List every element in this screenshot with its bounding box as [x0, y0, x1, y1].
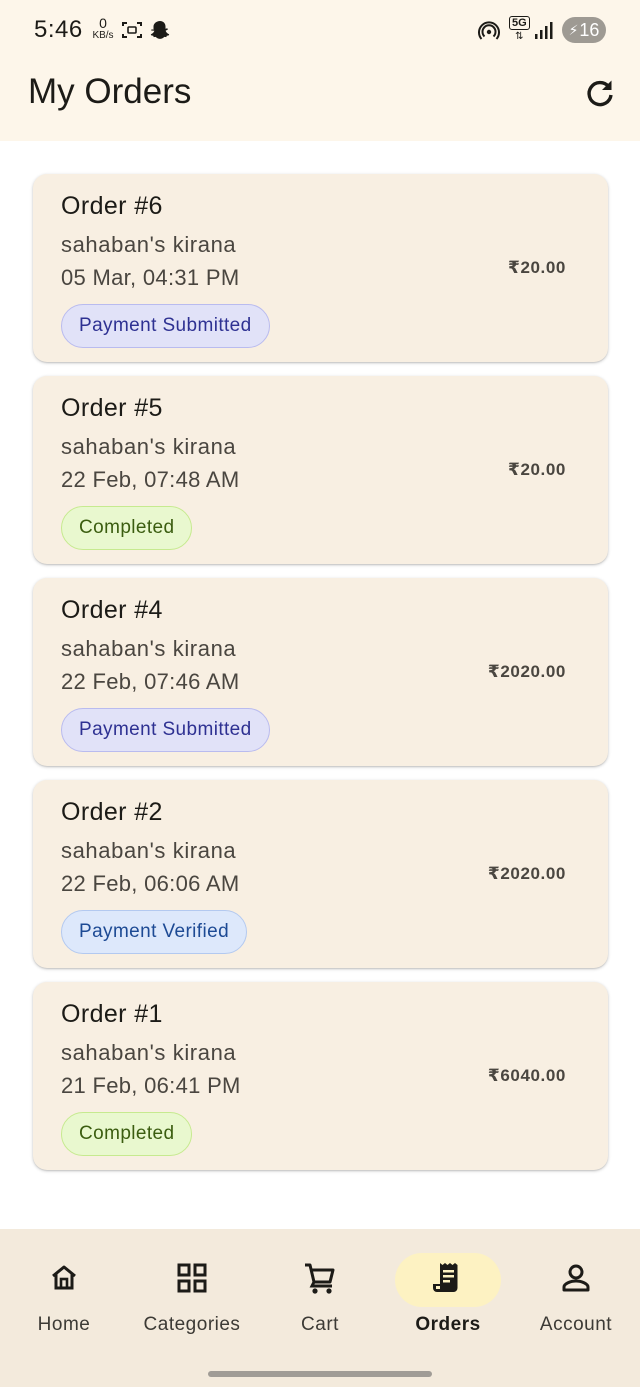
battery-indicator: ⚡ 16	[562, 17, 606, 43]
person-icon	[560, 1262, 592, 1299]
network-speed-unit: KB/s	[92, 30, 114, 41]
screenshot-icon	[121, 20, 143, 46]
nav-item-label: Cart	[301, 1314, 339, 1335]
nav-item-icon-container	[11, 1253, 117, 1307]
nav-item-label: Home	[37, 1314, 91, 1335]
nav-item-icon-container	[523, 1253, 629, 1307]
order-card[interactable]: Order #5 sahaban's kirana 22 Feb, 07:48 …	[33, 376, 608, 564]
nav-item-home[interactable]: Home	[0, 1251, 128, 1351]
battery-level: 16	[579, 19, 600, 40]
home-icon	[48, 1262, 80, 1299]
nav-item-icon-container	[139, 1253, 245, 1307]
order-store-name: sahaban's kirana	[61, 1040, 237, 1065]
order-store-name: sahaban's kirana	[61, 838, 237, 863]
order-status-badge: Payment Verified	[61, 910, 248, 954]
order-amount: ₹20.00	[508, 258, 566, 277]
refresh-button[interactable]	[580, 75, 620, 115]
order-status-badge: Completed	[61, 506, 193, 550]
order-amount: ₹20.00	[508, 460, 566, 479]
cart-icon	[303, 1261, 337, 1300]
network-speed-value: 0	[99, 15, 107, 31]
order-date: 05 Mar, 04:31 PM	[61, 265, 240, 290]
network-speed: 0 KB/s	[90, 16, 116, 41]
home-indicator[interactable]	[208, 1371, 432, 1377]
nav-item-label: Categories	[143, 1314, 241, 1335]
nav-item-icon-container	[395, 1253, 501, 1307]
nav-item-categories[interactable]: Categories	[128, 1251, 256, 1351]
order-store-name: sahaban's kirana	[61, 636, 237, 661]
order-title: Order #6	[61, 192, 163, 220]
order-card[interactable]: Order #6 sahaban's kirana 05 Mar, 04:31 …	[33, 174, 608, 362]
receipt-icon	[431, 1260, 465, 1301]
order-status-badge: Payment Submitted	[61, 708, 270, 752]
nav-item-label: Orders	[415, 1314, 481, 1335]
app-header: 5:46 0 KB/s 5G ⇅ ⚡ 16 My Orders	[0, 0, 640, 141]
order-store-name: sahaban's kirana	[61, 232, 237, 257]
order-title: Order #5	[61, 394, 163, 422]
page-title: My Orders	[28, 72, 192, 111]
nav-item-cart[interactable]: Cart	[256, 1251, 384, 1351]
hotspot-icon	[478, 20, 500, 48]
order-amount: ₹2020.00	[487, 864, 566, 883]
network-type-label: 5G	[509, 16, 530, 30]
order-card[interactable]: Order #1 sahaban's kirana 21 Feb, 06:41 …	[33, 982, 608, 1170]
status-bar: 5:46 0 KB/s 5G ⇅ ⚡ 16	[0, 0, 640, 62]
signal-icon	[534, 20, 554, 46]
charging-icon: ⚡	[568, 21, 579, 38]
order-amount: ₹2020.00	[487, 662, 566, 681]
order-title: Order #1	[61, 1000, 163, 1028]
grid-icon	[176, 1262, 208, 1299]
order-card[interactable]: Order #2 sahaban's kirana 22 Feb, 06:06 …	[33, 780, 608, 968]
order-card[interactable]: Order #4 sahaban's kirana 22 Feb, 07:46 …	[33, 578, 608, 766]
order-date: 22 Feb, 07:48 AM	[61, 467, 240, 492]
bottom-navigation: Home Categories Cart Orders Account	[0, 1229, 640, 1387]
orders-list: Order #6 sahaban's kirana 05 Mar, 04:31 …	[33, 174, 608, 1184]
refresh-icon	[584, 77, 616, 114]
status-time: 5:46	[34, 16, 83, 43]
order-title: Order #4	[61, 596, 163, 624]
order-date: 22 Feb, 06:06 AM	[61, 871, 240, 896]
order-date: 21 Feb, 06:41 PM	[61, 1073, 241, 1098]
snapchat-icon	[149, 19, 171, 47]
nav-item-label: Account	[539, 1314, 613, 1335]
nav-item-account[interactable]: Account	[512, 1251, 640, 1351]
network-type-icon: 5G ⇅	[509, 16, 530, 43]
order-status-badge: Completed	[61, 1112, 193, 1156]
nav-item-orders[interactable]: Orders	[384, 1251, 512, 1351]
order-store-name: sahaban's kirana	[61, 434, 237, 459]
order-date: 22 Feb, 07:46 AM	[61, 669, 240, 694]
order-title: Order #2	[61, 798, 163, 826]
order-status-badge: Payment Submitted	[61, 304, 270, 348]
order-amount: ₹6040.00	[487, 1066, 566, 1085]
nav-item-icon-container	[267, 1253, 373, 1307]
